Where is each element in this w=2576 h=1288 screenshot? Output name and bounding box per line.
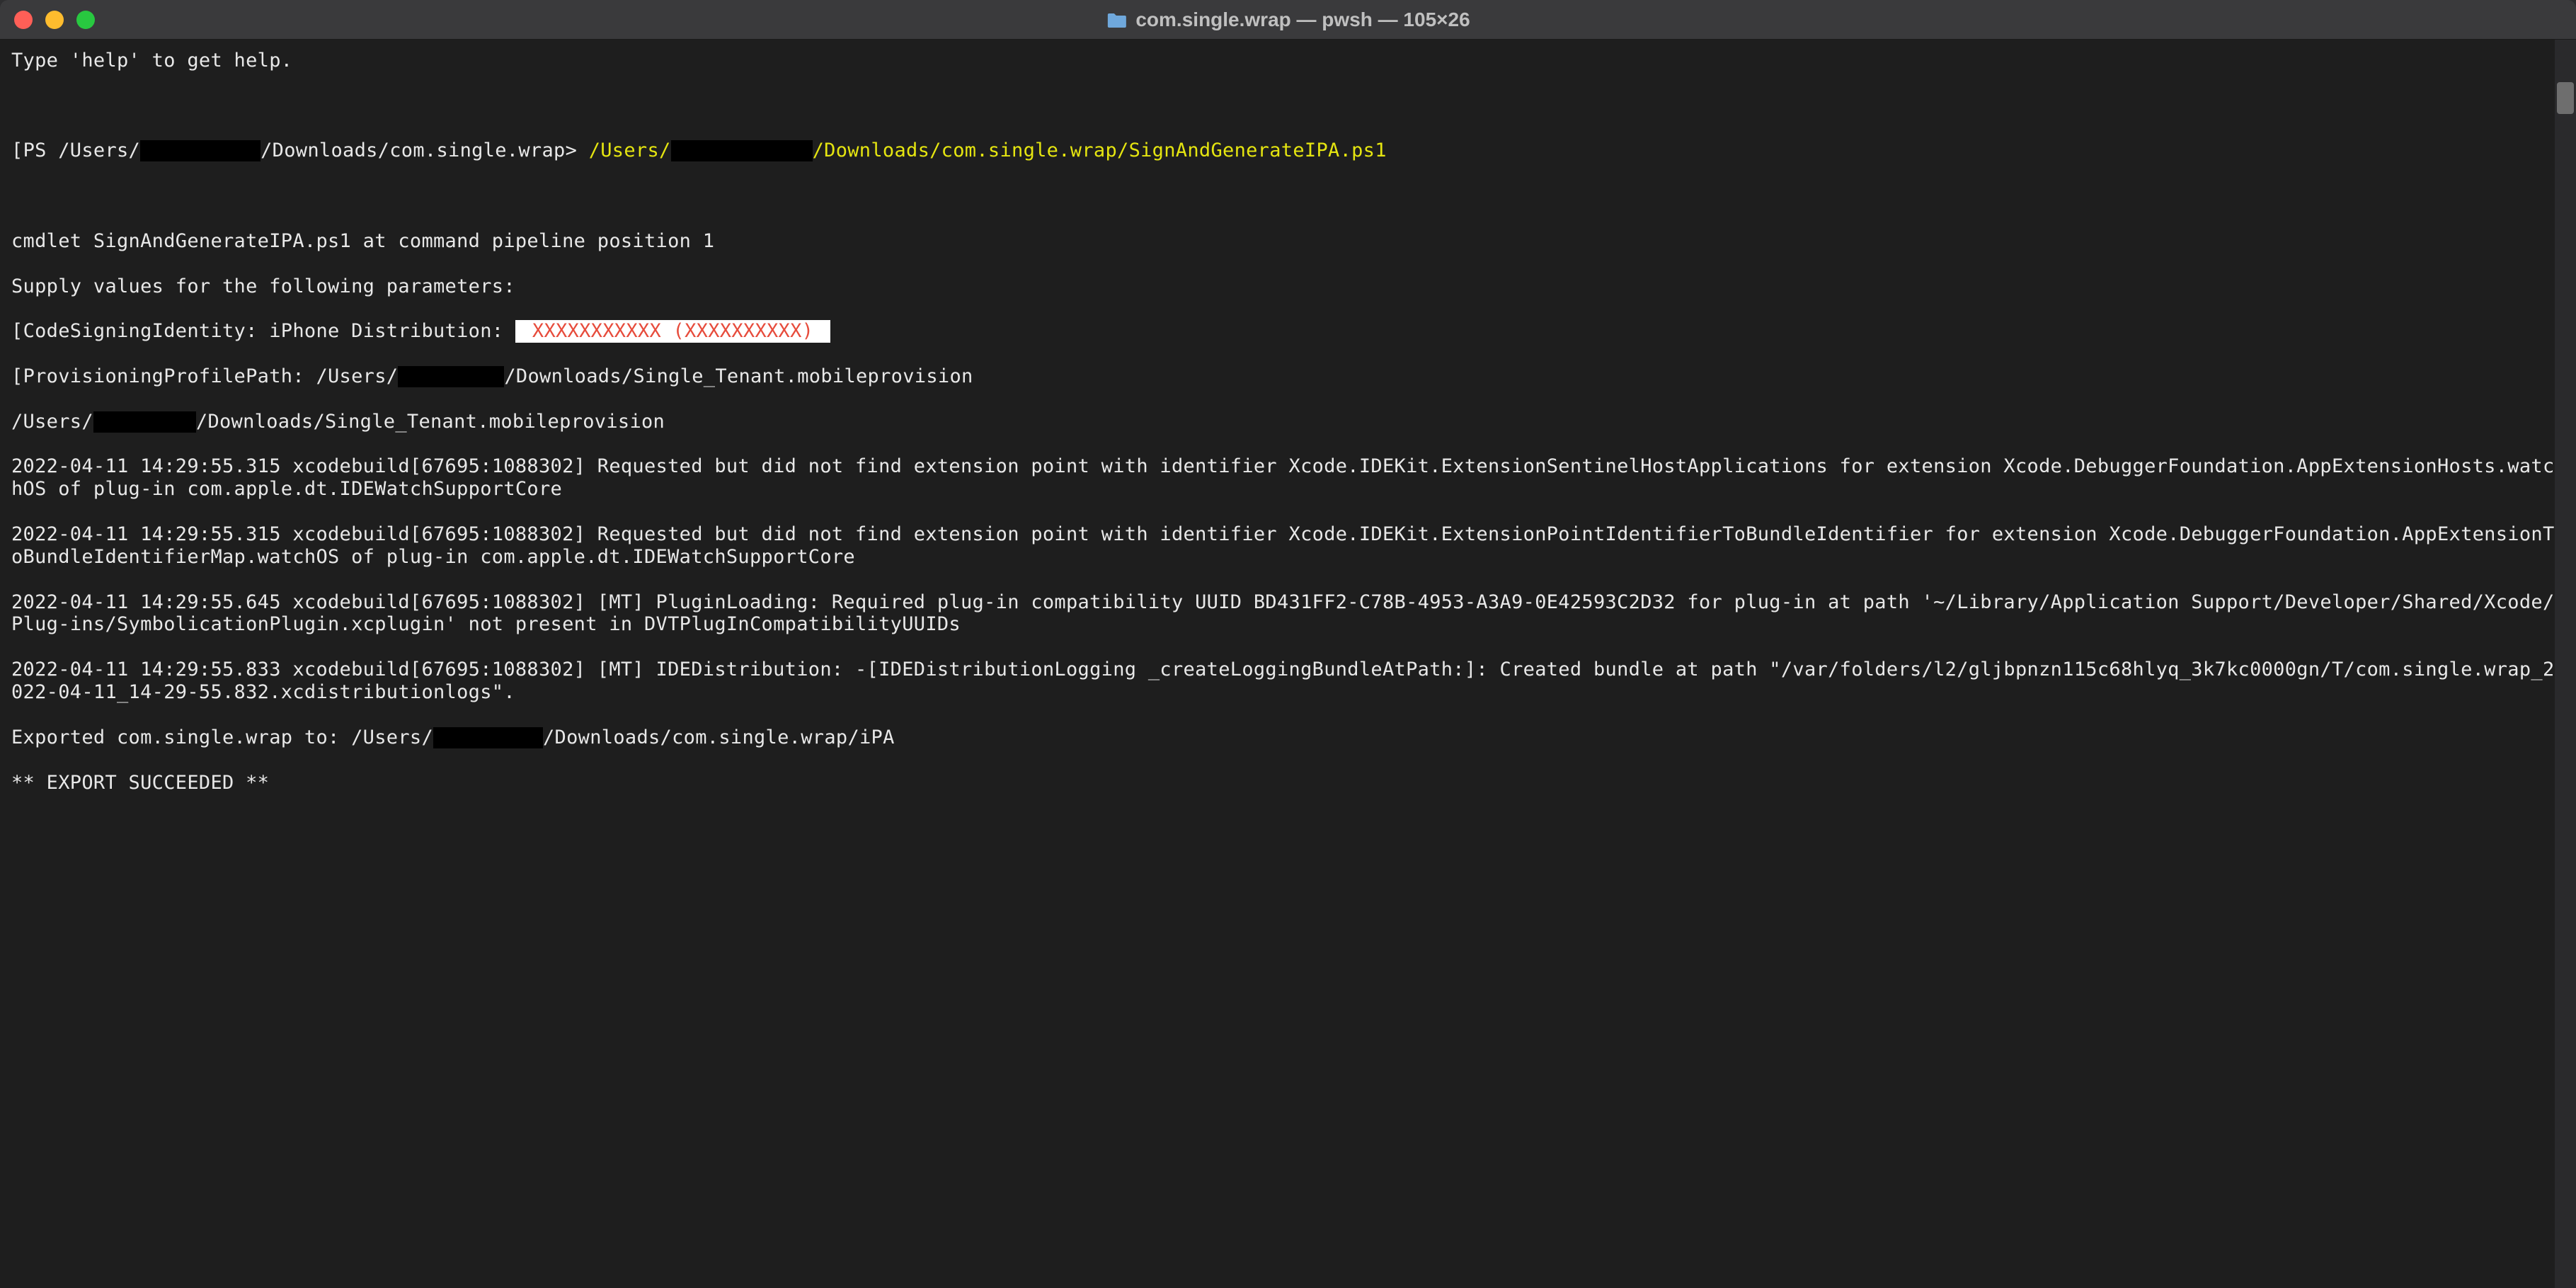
echo-prefix: /Users/ [11,411,93,433]
provisioning-profile-line: [ProvisioningProfilePath: /Users//Downlo… [11,365,2565,388]
redacted-username [433,727,543,748]
minimize-button[interactable] [45,11,64,29]
folder-icon [1106,11,1127,28]
xcodebuild-log-2: 2022-04-11 14:29:55.315 xcodebuild[67695… [11,523,2565,569]
titlebar[interactable]: com.single.wrap — pwsh — 105×26 [0,0,2576,40]
zoom-button[interactable] [76,11,95,29]
window-title: com.single.wrap — pwsh — 105×26 [1106,8,1470,31]
export-suffix: /Downloads/com.single.wrap/iPA [543,726,895,748]
xcodebuild-log-1: 2022-04-11 14:29:55.315 xcodebuild[67695… [11,455,2565,501]
close-button[interactable] [14,11,33,29]
terminal-window: com.single.wrap — pwsh — 105×26 Type 'he… [0,0,2576,1288]
prompt-line: [PS /Users//Downloads/com.single.wrap> /… [11,139,2565,162]
csi-label: CodeSigningIdentity: iPhone Distribution… [23,320,515,342]
redacted-username [671,140,813,161]
echo-suffix: /Downloads/Single_Tenant.mobileprovision [196,411,665,433]
csi-masked-value: XXXXXXXXXXX (XXXXXXXXXX) [515,320,830,343]
ppp-suffix: /Downloads/Single_Tenant.mobileprovision [504,365,973,387]
redacted-username [398,366,504,387]
cmdlet-line: cmdlet SignAndGenerateIPA.ps1 at command… [11,230,2565,253]
supply-line: Supply values for the following paramete… [11,275,2565,298]
export-result-line: Exported com.single.wrap to: /Users/ /Dow… [11,726,2565,749]
help-hint: Type 'help' to get help. [11,50,2565,72]
traffic-lights [14,11,95,29]
redacted-username [140,140,261,161]
scrollbar-track[interactable] [2555,40,2576,1288]
export-prefix: Exported com.single.wrap to: /Users/ [11,726,433,748]
prompt-suffix: /Downloads/com.single.wrap> [261,139,589,161]
export-succeeded: ** EXPORT SUCCEEDED ** [11,772,2565,794]
scrollbar-thumb[interactable] [2557,82,2574,114]
redacted-username [93,411,196,433]
ppp-prefix: ProvisioningProfilePath: /Users/ [23,365,399,387]
echo-path-line: /Users/ /Downloads/Single_Tenant.mobilepr… [11,411,2565,433]
code-signing-identity-line: [CodeSigningIdentity: iPhone Distributio… [11,320,2565,343]
command-path-prefix: /Users/ [589,139,671,161]
command-path-suffix: /Downloads/com.single.wrap/SignAndGenera… [813,139,1387,161]
window-title-text: com.single.wrap — pwsh — 105×26 [1135,8,1470,31]
prompt-prefix: PS /Users/ [23,139,141,161]
xcodebuild-log-4: 2022-04-11 14:29:55.833 xcodebuild[67695… [11,659,2565,704]
terminal-content[interactable]: Type 'help' to get help. [PS /Users//Dow… [0,40,2576,1288]
xcodebuild-log-3: 2022-04-11 14:29:55.645 xcodebuild[67695… [11,591,2565,637]
